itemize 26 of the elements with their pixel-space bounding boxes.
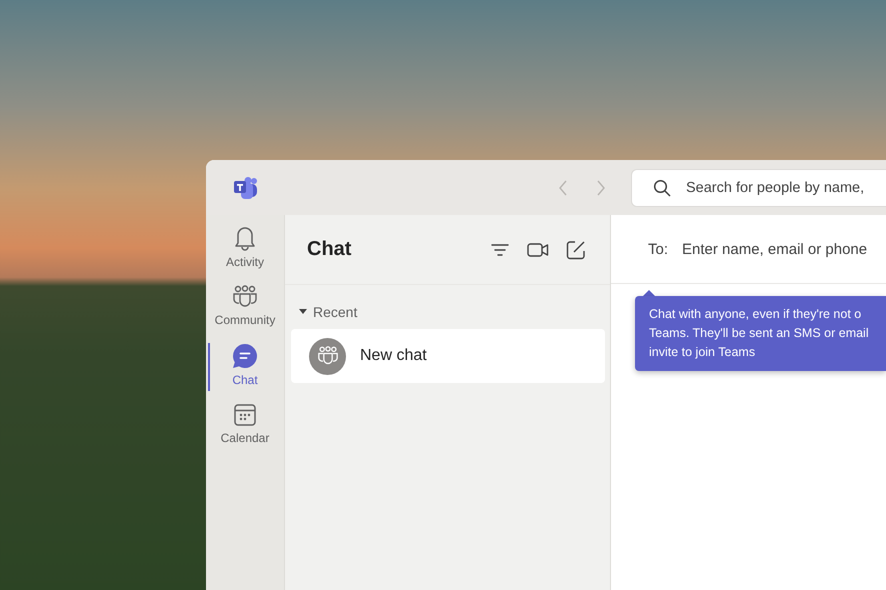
caret-icon	[299, 309, 307, 315]
nav-tab[interactable]: Calendar	[206, 399, 284, 449]
calendar-icon	[233, 403, 257, 427]
chat-bubble-icon	[232, 343, 258, 369]
compose-icon	[566, 240, 586, 260]
chevron-left-icon	[558, 180, 568, 196]
filter-icon	[491, 242, 509, 256]
video-camera-icon	[527, 242, 549, 258]
group-avatar	[309, 338, 346, 374]
section-toggle[interactable]: Recent	[291, 301, 366, 323]
chat-name: New chat	[360, 347, 427, 365]
search-icon	[653, 178, 671, 196]
chevron-right-icon	[596, 180, 606, 196]
tooltip: Chat with anyone, even if they're not o Teams. They'll be sent an SMS or email invite to join Teams	[635, 296, 886, 371]
nav-tab[interactable]: Activity	[206, 221, 284, 273]
search-field[interactable]: Search for people by name,	[632, 170, 886, 206]
panel-title: Chat	[307, 238, 352, 261]
bell-icon	[233, 225, 257, 251]
nav-tab[interactable]: Chat	[206, 339, 284, 391]
app-logo-icon	[233, 176, 259, 198]
nav-tab[interactable]: Community	[206, 281, 284, 331]
chat-list-item[interactable]: New chat	[291, 329, 605, 383]
to-label: To:	[648, 240, 668, 258]
recipient-field[interactable]: Enter name, email or phone	[682, 240, 886, 258]
tooltip-pointer	[643, 290, 655, 296]
people-icon	[232, 285, 258, 309]
